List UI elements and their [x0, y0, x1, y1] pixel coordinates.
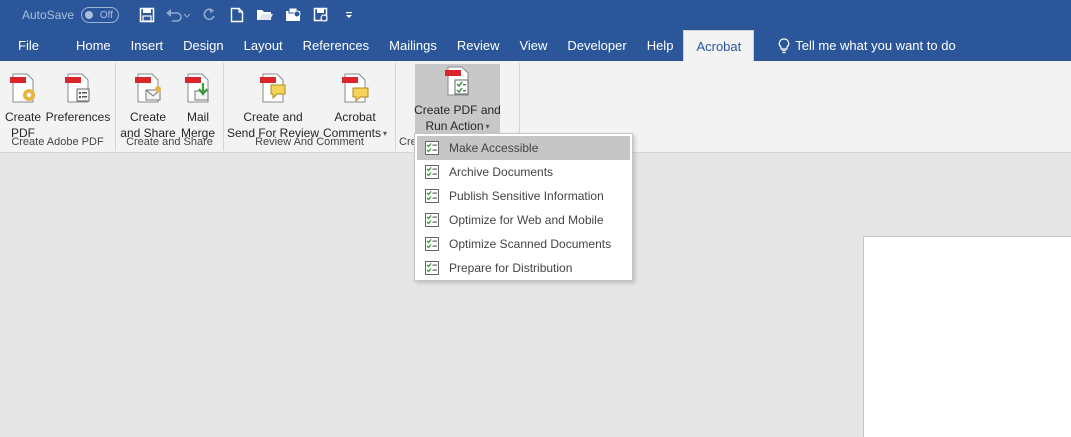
tab-mailings[interactable]: Mailings — [379, 30, 447, 61]
ribbon-tab-bar: File Home Insert Design Layout Reference… — [0, 30, 1071, 61]
lightbulb-icon — [779, 37, 790, 53]
tab-insert[interactable]: Insert — [121, 30, 174, 61]
open-folder-icon[interactable] — [251, 3, 279, 27]
group-create-adobe-pdf: Create PDF Preferences Create Adobe PDF — [0, 63, 116, 151]
create-and-share-icon — [133, 65, 163, 105]
create-pdf-label-1: Create — [4, 110, 42, 124]
chevron-down-icon: ▾ — [485, 122, 490, 131]
group-label-create-and-share: Create and Share — [126, 136, 213, 148]
autosave-label: AutoSave — [22, 8, 75, 22]
quick-access-toolbar — [133, 3, 363, 27]
tab-review[interactable]: Review — [447, 30, 510, 61]
menu-item-label: Optimize Scanned Documents — [449, 237, 612, 251]
checklist-icon — [417, 189, 447, 203]
menu-item-optimize-scanned-documents[interactable]: Optimize Scanned Documents — [417, 232, 630, 256]
create-pdf-icon — [8, 65, 38, 105]
menu-item-make-accessible[interactable]: Make Accessible — [417, 136, 630, 160]
create-and-share-button[interactable]: Create and Share — [120, 65, 176, 141]
send-for-review-label-1: Create and — [243, 110, 303, 124]
print-preview-icon[interactable] — [307, 3, 335, 27]
send-for-review-button[interactable]: Create and Send For Review — [227, 65, 319, 141]
mail-merge-button[interactable]: Mail Merge — [178, 65, 218, 141]
menu-item-publish-sensitive-information[interactable]: Publish Sensitive Information — [417, 184, 630, 208]
checklist-icon — [417, 237, 447, 251]
tab-view[interactable]: View — [509, 30, 557, 61]
mail-merge-label-1: Mail — [186, 110, 209, 124]
tab-file[interactable]: File — [0, 30, 53, 61]
save-icon[interactable] — [133, 3, 161, 27]
tab-help[interactable]: Help — [637, 30, 684, 61]
acrobat-comments-icon — [340, 65, 370, 105]
menu-item-label: Make Accessible — [449, 141, 539, 155]
save-as-pdf-icon[interactable] — [279, 3, 307, 27]
create-pdf-button[interactable]: Create PDF — [4, 65, 42, 141]
checklist-icon — [417, 213, 447, 227]
tab-acrobat[interactable]: Acrobat — [683, 30, 755, 61]
group-review-and-comment: Create and Send For Review Acrobat Comme… — [224, 63, 396, 151]
menu-item-archive-documents[interactable]: Archive Documents — [417, 160, 630, 184]
new-document-icon[interactable] — [223, 3, 251, 27]
preferences-button[interactable]: Preferences — [46, 65, 110, 125]
checklist-icon — [417, 141, 447, 155]
menu-item-label: Optimize for Web and Mobile — [449, 213, 604, 227]
tab-design[interactable]: Design — [173, 30, 233, 61]
send-for-review-icon — [258, 65, 288, 105]
menu-item-label: Publish Sensitive Information — [449, 189, 604, 203]
tab-layout[interactable]: Layout — [234, 30, 293, 61]
checklist-icon — [417, 261, 447, 275]
autosave-toggle[interactable]: Off — [81, 7, 120, 23]
autosave-knob — [85, 11, 94, 19]
tell-me-search[interactable]: Tell me what you want to do — [768, 30, 965, 61]
acrobat-comments-button[interactable]: Acrobat Comments ▾ — [320, 65, 390, 142]
tell-me-text: Tell me what you want to do — [795, 38, 956, 53]
run-action-menu: Make Accessible Archive Documents Publis… — [414, 133, 633, 281]
menu-item-label: Prepare for Distribution — [449, 261, 573, 275]
group-label-create-adobe-pdf: Create Adobe PDF — [11, 136, 104, 148]
redo-icon[interactable] — [195, 3, 223, 27]
create-pdf-run-action-label-1: Create PDF and — [414, 103, 501, 118]
autosave-state: Off — [99, 9, 114, 21]
create-pdf-run-action-icon — [443, 64, 473, 98]
menu-item-optimize-web-mobile[interactable]: Optimize for Web and Mobile — [417, 208, 630, 232]
autosave-control[interactable]: AutoSave Off — [22, 7, 120, 23]
title-bar: AutoSave Off — [0, 0, 1071, 30]
preferences-icon — [63, 65, 93, 105]
menu-item-label: Archive Documents — [449, 165, 554, 179]
document-page[interactable] — [863, 236, 1071, 437]
tab-developer[interactable]: Developer — [557, 30, 636, 61]
tab-references[interactable]: References — [293, 30, 379, 61]
create-pdf-run-action-button[interactable]: Create PDF and Run Action ▾ — [414, 64, 501, 135]
group-create-and-share: Create and Share Mail Merge Create and S… — [116, 63, 224, 151]
group-label-review-and-comment: Review And Comment — [255, 136, 364, 148]
acrobat-comments-label-1: Acrobat — [334, 110, 376, 124]
create-and-share-label-1: Create — [129, 110, 167, 124]
mail-merge-icon — [183, 65, 213, 105]
checklist-icon — [417, 165, 447, 179]
tab-home[interactable]: Home — [66, 30, 121, 61]
menu-item-prepare-for-distribution[interactable]: Prepare for Distribution — [417, 256, 630, 280]
preferences-label: Preferences — [45, 110, 111, 124]
undo-icon[interactable] — [161, 3, 195, 27]
customize-qat-icon[interactable] — [335, 3, 363, 27]
